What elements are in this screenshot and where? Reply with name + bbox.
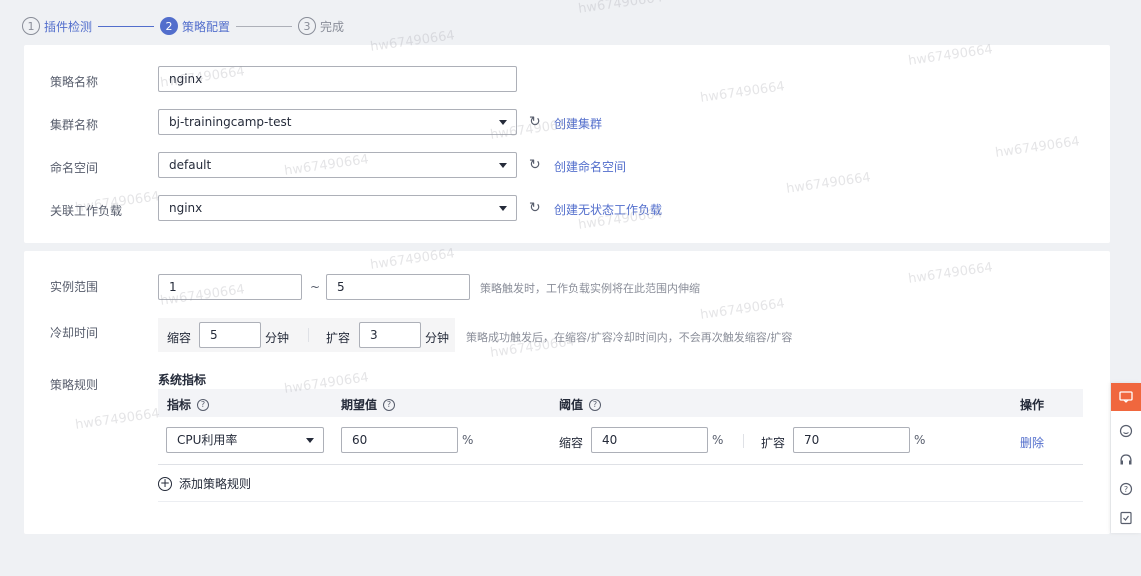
cluster-select[interactable]: bj-trainingcamp-test [158,109,517,135]
chevron-down-icon [499,163,507,168]
metric-select-value: CPU利用率 [177,433,238,447]
cooldown-hint: 策略成功触发后，在缩容/扩容冷却时间内，不会再次触发缩容/扩容 [466,331,793,344]
col-threshold-label: 阈值 [559,398,584,412]
svg-text:?: ? [1124,485,1128,494]
refresh-icon[interactable]: ↻ [529,158,543,172]
basic-info-card: 策略名称 nginx 集群名称 bj-trainingcamp-test ↻ 创… [24,45,1110,243]
step-label: 策略配置 [182,19,231,34]
help-icon[interactable]: ? [589,398,602,411]
step-plugin-check: 1 插件检测 [22,17,92,35]
cluster-select-value: bj-trainingcamp-test [169,115,292,129]
refresh-icon[interactable]: ↻ [529,115,543,129]
divider [308,328,309,342]
expected-value-input[interactable]: 60 [341,427,458,453]
divider [158,501,1083,502]
step-complete: 3 完成 [298,17,344,35]
metric-select[interactable]: CPU利用率 [166,427,324,453]
step-number: 3 [298,17,317,35]
percent-unit: % [914,433,926,447]
policy-name-label: 策略名称 [50,75,99,89]
range-min-input[interactable]: 1 [158,274,302,300]
step-number: 2 [160,17,179,35]
scale-out-cooldown-input[interactable]: 3 [359,322,421,348]
col-metric-label: 指标 [167,398,192,412]
step-indicator: 1 插件检测 2 策略配置 3 完成 [22,15,344,37]
threshold-scale-in-input[interactable]: 40 [591,427,708,453]
policy-name-input[interactable]: nginx [158,66,517,92]
create-namespace-link[interactable]: 创建命名空间 [554,158,626,175]
add-rule-label: 添加策略规则 [179,477,252,491]
cluster-label: 集群名称 [50,118,99,132]
feedback-icon[interactable] [1111,383,1141,411]
step-connector [236,25,293,27]
col-expected-label: 期望值 [341,398,378,412]
system-metrics-title: 系统指标 [158,373,207,387]
plus-circle-icon: + [158,475,172,491]
divider [743,434,744,448]
scale-in-unit: 分钟 [265,331,290,345]
col-action-label: 操作 [1020,398,1045,412]
col-threshold: 阈值? [559,396,602,413]
threshold-scale-out-label: 扩容 [761,436,786,450]
workload-select[interactable]: nginx [158,195,517,221]
step-label: 插件检测 [44,19,93,34]
step-number: 1 [22,17,40,35]
workload-select-value: nginx [169,201,203,215]
cooldown-group: 缩容 5 分钟 扩容 3 分钟 [158,318,455,352]
threshold-scale-out-input[interactable]: 70 [793,427,910,453]
refresh-icon[interactable]: ↻ [529,201,543,215]
scale-out-cooldown-label: 扩容 [326,331,351,345]
namespace-select[interactable]: default [158,152,517,178]
smile-icon[interactable] [1111,417,1141,445]
namespace-select-value: default [169,158,212,172]
scale-in-cooldown-input[interactable]: 5 [199,322,261,348]
cooldown-label: 冷却时间 [50,326,99,340]
add-rule-button[interactable]: + 添加策略规则 [158,475,251,492]
create-cluster-link[interactable]: 创建集群 [554,115,602,132]
scale-in-cooldown-label: 缩容 [167,331,192,345]
policy-rules-label: 策略规则 [50,378,99,392]
chevron-down-icon [499,120,507,125]
col-action: 操作 [1020,396,1044,413]
col-metric: 指标? [167,396,210,413]
divider [158,464,1083,465]
chevron-down-icon [306,438,314,443]
scale-out-unit: 分钟 [425,331,450,345]
threshold-scale-in-label: 缩容 [559,436,584,450]
checklist-icon[interactable] [1111,504,1141,532]
col-expected: 期望值? [341,396,396,413]
percent-unit: % [462,433,474,447]
range-max-input[interactable]: 5 [326,274,470,300]
headset-icon[interactable] [1111,446,1141,474]
help-icon[interactable]: ? [197,398,210,411]
range-hint: 策略触发时，工作负载实例将在此范围内伸缩 [480,282,700,295]
create-workload-link[interactable]: 创建无状态工作负载 [554,201,662,218]
scaling-config-card: 实例范围 1 ~ 5 策略触发时，工作负载实例将在此范围内伸缩 冷却时间 缩容 … [24,251,1110,534]
help-icon[interactable]: ? [383,398,396,411]
step-connector [98,25,155,27]
watermark-text: hw67490664 [577,0,664,17]
floating-toolbar: ? [1111,383,1141,533]
chevron-down-icon [499,206,507,211]
range-separator: ~ [310,280,321,294]
rules-table-header: 指标? 期望值? 阈值? 操作 [158,389,1083,417]
help-circle-icon[interactable]: ? [1111,475,1141,503]
workload-label: 关联工作负载 [50,204,123,218]
step-policy-config: 2 策略配置 [160,17,230,35]
namespace-label: 命名空间 [50,161,99,175]
delete-rule-link[interactable]: 删除 [1020,434,1044,451]
instance-range-label: 实例范围 [50,280,99,294]
step-label: 完成 [320,19,345,34]
percent-unit: % [712,433,724,447]
